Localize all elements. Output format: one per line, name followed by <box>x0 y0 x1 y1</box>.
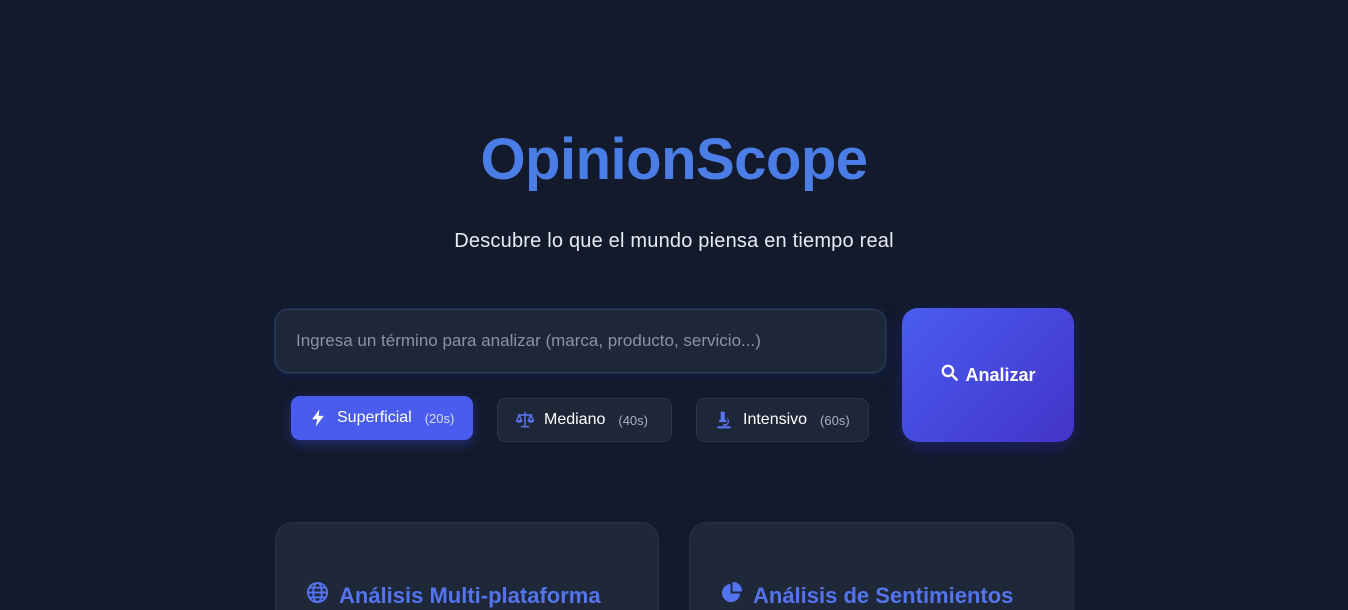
analyze-button-label: Analizar <box>965 364 1036 385</box>
mode-label: Superficial <box>337 409 412 426</box>
analyze-button[interactable]: Analizar <box>902 308 1074 442</box>
feature-card-title: Análisis Multi-plataforma <box>306 581 601 610</box>
tagline: Descubre lo que el mundo piensa en tiemp… <box>454 230 894 252</box>
feature-card-multiplatform: Análisis Multi-plataforma <box>275 522 659 610</box>
pie-chart-icon <box>720 581 743 610</box>
mode-label: Mediano <box>544 411 606 428</box>
page: OpinionScope Descubre lo que el mundo pi… <box>0 0 1348 610</box>
mode-label: Intensivo <box>743 411 808 428</box>
mode-duration: (40s) <box>618 412 648 428</box>
bolt-icon <box>307 407 329 429</box>
mode-option-superficial[interactable]: Superficial (20s) <box>291 396 473 440</box>
app-logo-title: OpinionScope <box>480 127 868 192</box>
feature-title: Análisis de Sentimientos <box>753 582 1014 608</box>
mode-option-intensivo[interactable]: Intensivo (60s) <box>696 398 869 442</box>
feature-card-sentiment: Análisis de Sentimientos <box>689 522 1074 610</box>
balance-scale-icon <box>514 409 536 431</box>
feature-title: Análisis Multi-plataforma <box>339 582 601 608</box>
mode-duration: (20s) <box>424 410 455 426</box>
globe-icon <box>306 581 329 610</box>
search-icon <box>940 363 959 387</box>
search-input[interactable] <box>275 309 886 373</box>
mode-duration: (60s) <box>820 412 850 428</box>
mode-option-mediano[interactable]: Mediano (40s) <box>497 398 672 442</box>
feature-card-title: Análisis de Sentimientos <box>720 581 1013 610</box>
microscope-icon <box>713 409 735 431</box>
